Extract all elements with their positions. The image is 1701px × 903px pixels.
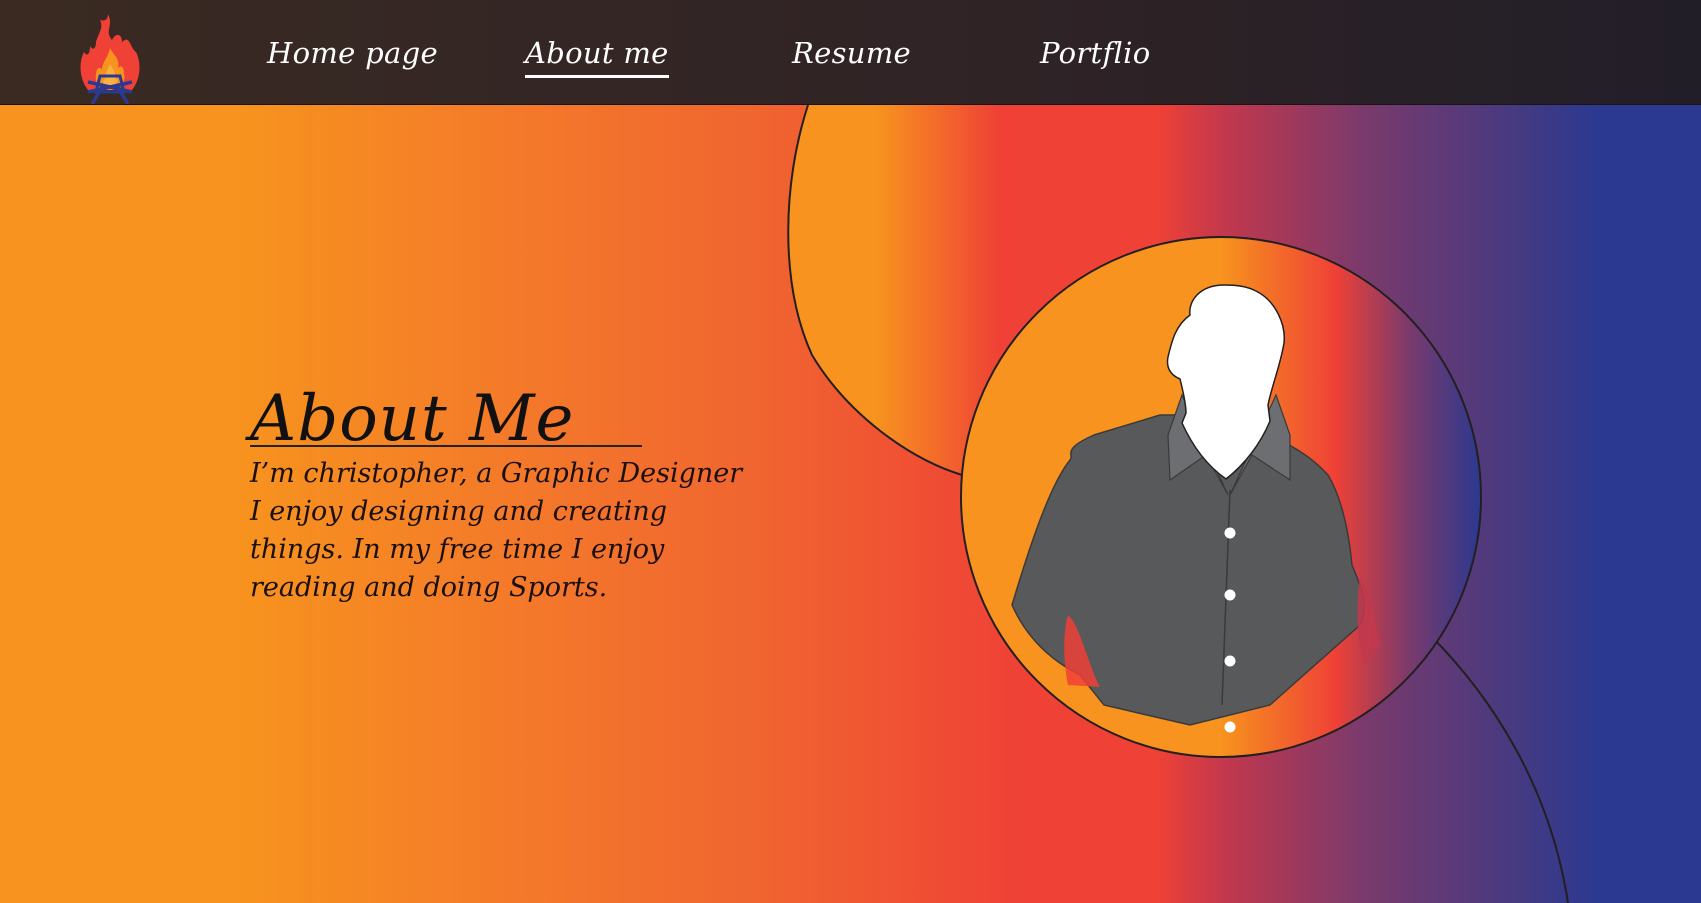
nav-link-about-me[interactable]: About me: [525, 36, 669, 78]
bio-line: reading and doing Sports.: [250, 572, 608, 603]
about-hero-section: About Me I’m christopher, a Graphic Desi…: [0, 105, 1701, 903]
bio-line: things. In my free time I enjoy: [250, 534, 665, 565]
nav-link-portfolio[interactable]: Portflio: [1040, 36, 1150, 70]
top-navbar: Home page About me Resume Portflio: [0, 0, 1701, 105]
flame-logo-icon[interactable]: [78, 12, 142, 104]
bio-line: I enjoy designing and creating: [250, 496, 668, 527]
nav-link-home[interactable]: Home page: [267, 36, 438, 70]
nav-link-resume[interactable]: Resume: [792, 36, 911, 70]
bio-paragraph: I’m christopher, a Graphic Designer I en…: [250, 455, 750, 607]
bio-line: I’m christopher, a Graphic Designer: [250, 458, 743, 489]
title-underline: [250, 445, 642, 447]
